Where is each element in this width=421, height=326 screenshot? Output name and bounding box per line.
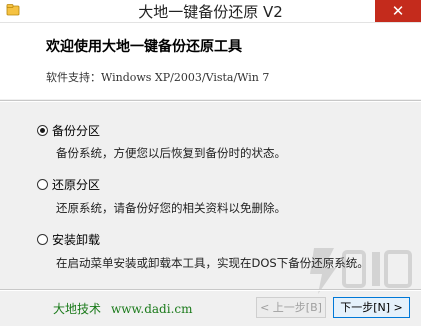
- radio-selected-dot: [40, 128, 45, 133]
- welcome-heading: 欢迎使用大地一键备份还原工具: [46, 39, 242, 55]
- close-button[interactable]: ✕: [375, 0, 421, 22]
- option-install-label[interactable]: 安装卸载: [52, 231, 100, 248]
- option-install[interactable]: 安装卸载: [37, 231, 100, 248]
- radio-backup[interactable]: [37, 125, 48, 136]
- option-backup-description: 备份系统，方便您以后恢复到备份时的状态。: [56, 146, 286, 160]
- radio-restore[interactable]: [37, 179, 48, 190]
- option-backup-label[interactable]: 备份分区: [52, 122, 100, 139]
- next-button[interactable]: 下一步[N] >: [333, 297, 410, 318]
- title-bar: 大地一键备份还原 V2 ✕: [0, 0, 421, 23]
- brand-footer: 大地技术 www.dadi.cm: [53, 300, 193, 317]
- prev-button[interactable]: < 上一步[B]: [256, 297, 326, 318]
- close-icon: ✕: [391, 2, 405, 20]
- option-restore-label[interactable]: 还原分区: [52, 176, 100, 193]
- window-title: 大地一键备份还原 V2: [138, 3, 283, 21]
- footer-divider: [0, 289, 421, 291]
- header-divider: [0, 100, 421, 102]
- option-restore-description: 还原系统，请备份好您的相关资料以免删除。: [56, 201, 286, 215]
- support-label: 软件支持：: [46, 71, 101, 84]
- option-restore[interactable]: 还原分区: [37, 176, 100, 193]
- brand-name: 大地技术: [53, 302, 102, 316]
- option-backup[interactable]: 备份分区: [37, 122, 100, 139]
- support-os: Windows XP/2003/Vista/Win 7: [101, 71, 270, 84]
- radio-install[interactable]: [37, 234, 48, 245]
- support-text: 软件支持：Windows XP/2003/Vista/Win 7: [46, 69, 269, 85]
- brand-url: www.dadi.cm: [111, 302, 193, 316]
- header-panel: [0, 23, 421, 99]
